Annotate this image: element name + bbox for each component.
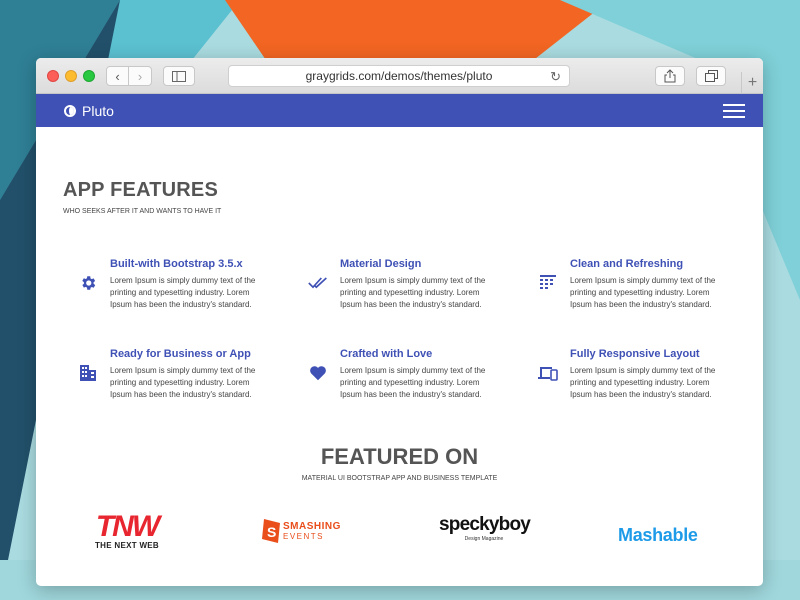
close-window-button[interactable] [47, 70, 59, 82]
app-navbar: Pluto [36, 94, 763, 127]
feature-text: Lorem Ipsum is simply dummy text of the … [570, 366, 716, 399]
tabs-icon [704, 70, 718, 82]
sidebar-toggle-button[interactable] [163, 66, 195, 86]
feature-item: Fully Responsive Layout Lorem Ipsum is s… [537, 348, 727, 401]
share-icon [664, 69, 676, 83]
brand-logo[interactable]: Pluto [64, 103, 114, 119]
address-bar[interactable]: graygrids.com/demos/themes/pluto ↻ [228, 65, 570, 87]
feature-text: Lorem Ipsum is simply dummy text of the … [110, 276, 256, 309]
back-button[interactable]: ‹ [106, 66, 129, 86]
smashing-events-logo[interactable]: S SMASHING EVENTS [261, 519, 341, 543]
feature-text: Lorem Ipsum is simply dummy text of the … [340, 366, 486, 399]
heart-icon [307, 362, 329, 384]
tnw-logo[interactable]: TNW THE NEXT WEB [86, 512, 168, 551]
feature-item: Built-with Bootstrap 3.5.x Lorem Ipsum i… [77, 258, 267, 311]
devices-icon [537, 362, 559, 384]
tabs-overview-button[interactable] [696, 66, 726, 86]
mashable-logo[interactable]: Mashable [618, 525, 698, 546]
feature-item: Crafted with Love Lorem Ipsum is simply … [307, 348, 497, 401]
chevron-left-icon: ‹ [115, 68, 120, 84]
chevron-right-icon: › [137, 68, 143, 84]
feature-item: Clean and Refreshing Lorem Ipsum is simp… [537, 258, 727, 311]
double-check-icon [307, 272, 329, 294]
feature-title: Ready for Business or App [110, 348, 251, 360]
features-subtitle: WHO SEEKS AFTER IT AND WANTS TO HAVE IT [63, 208, 222, 215]
pluto-logo-icon [64, 104, 76, 117]
feature-text: Lorem Ipsum is simply dummy text of the … [340, 276, 486, 309]
share-button[interactable] [655, 66, 685, 86]
grid-list-icon [537, 272, 559, 294]
gear-icon [77, 272, 99, 294]
feature-title: Built-with Bootstrap 3.5.x [110, 258, 243, 270]
feature-title: Clean and Refreshing [570, 258, 684, 270]
feature-title: Crafted with Love [340, 348, 433, 360]
menu-button[interactable] [723, 103, 745, 118]
forward-button[interactable]: › [129, 66, 152, 86]
svg-text:S: S [267, 524, 276, 540]
features-title: APP FEATURES [63, 179, 219, 201]
featured-on-subtitle: MATERIAL UI BOOTSTRAP APP AND BUSINESS T… [301, 475, 498, 482]
feature-text: Lorem Ipsum is simply dummy text of the … [110, 366, 256, 399]
building-icon [77, 362, 99, 384]
feature-item: Ready for Business or App Lorem Ipsum is… [77, 348, 267, 401]
brand-name: Pluto [82, 102, 114, 119]
hamburger-icon [723, 103, 745, 106]
smashing-s-icon: S [262, 519, 280, 543]
feature-title: Material Design [340, 258, 422, 270]
feature-title: Fully Responsive Layout [570, 348, 700, 360]
new-tab-button[interactable]: + [741, 72, 763, 94]
zoom-window-button[interactable] [83, 70, 95, 82]
speckyboy-logo[interactable]: speckyboy Design Magazine [439, 515, 531, 543]
reload-icon[interactable]: ↻ [550, 69, 561, 85]
minimize-window-button[interactable] [65, 70, 77, 82]
featured-on-title: FEATURED ON [320, 444, 479, 469]
feature-text: Lorem Ipsum is simply dummy text of the … [570, 276, 716, 309]
url-text: graygrids.com/demos/themes/pluto [305, 69, 493, 83]
browser-toolbar: ‹ › graygrids.com/demos/themes/pluto ↻ + [36, 58, 763, 94]
sidebar-icon [172, 70, 186, 82]
feature-item: Material Design Lorem Ipsum is simply du… [307, 258, 497, 311]
browser-window: ‹ › graygrids.com/demos/themes/pluto ↻ +… [36, 58, 763, 586]
